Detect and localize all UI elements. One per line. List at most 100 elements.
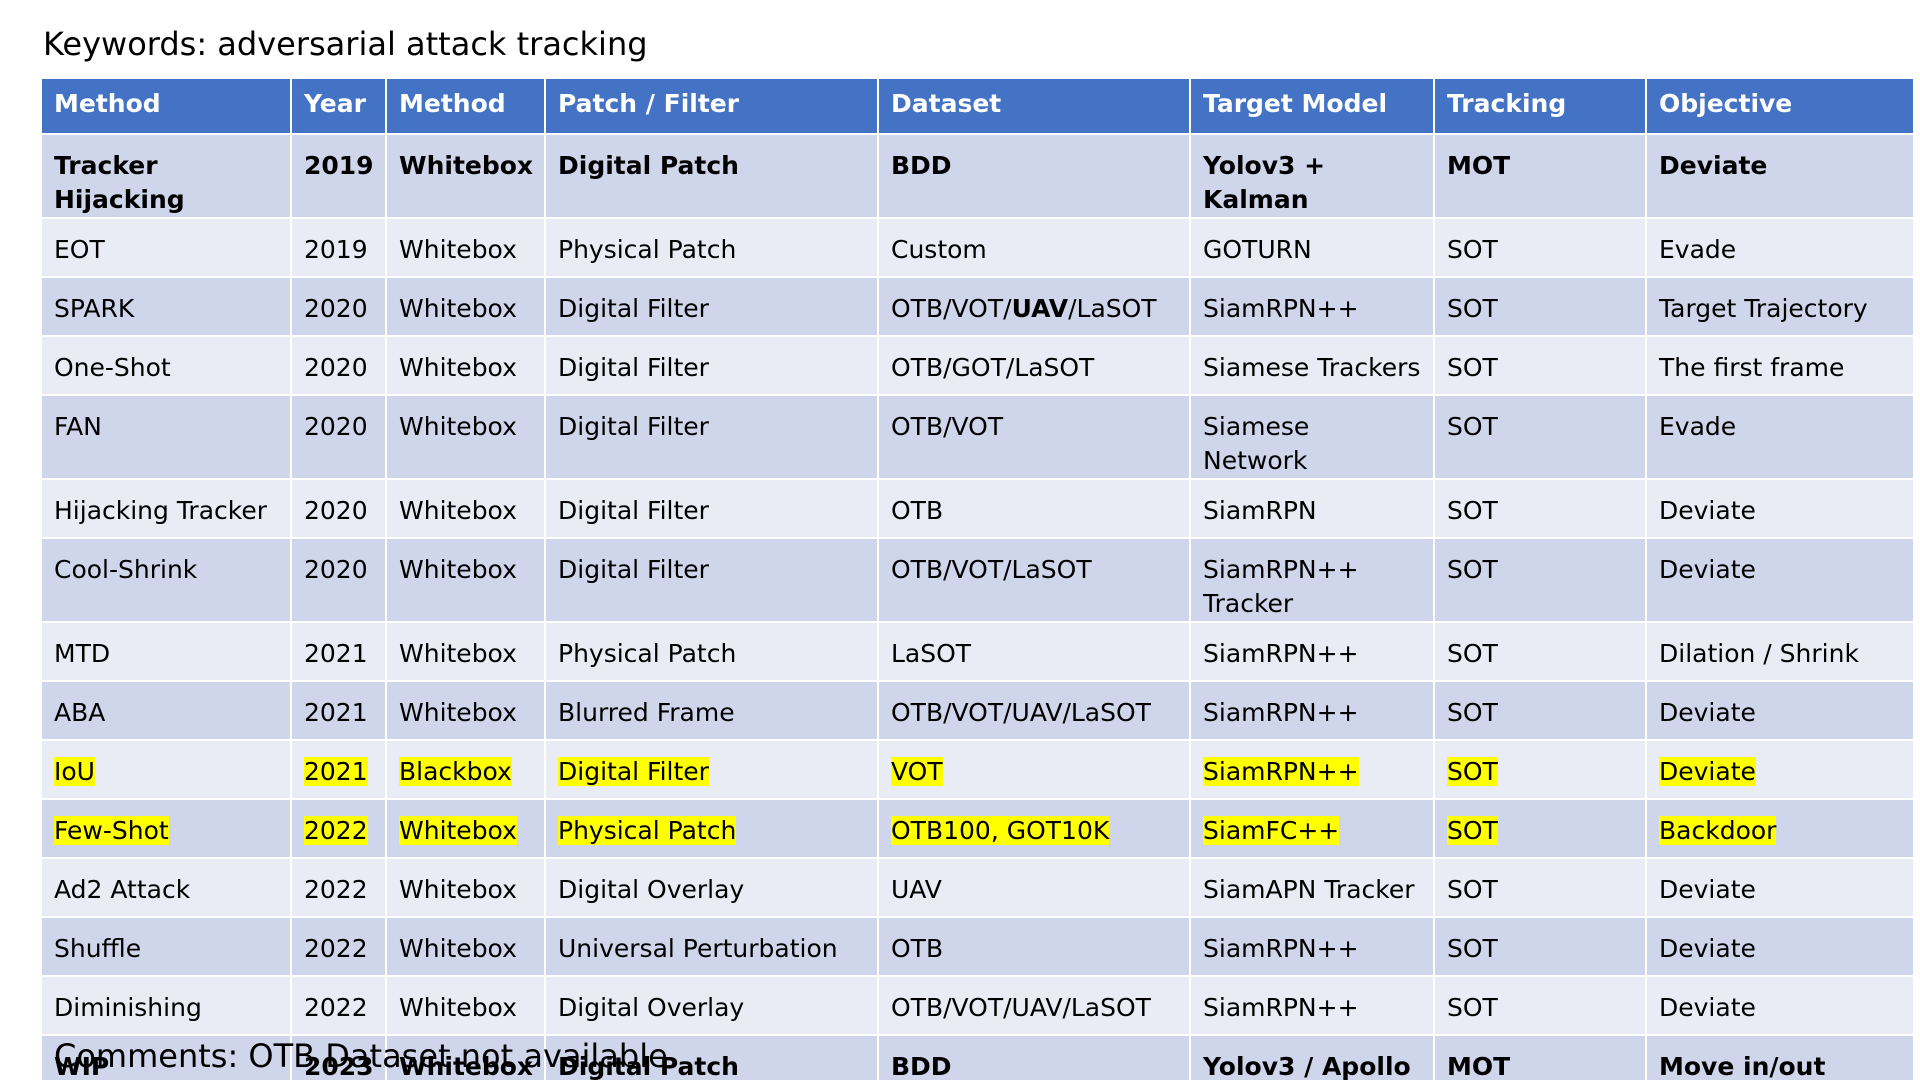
- table-row: SPARK 2020 Whitebox Digital Filter OTB/VOT/U…: [40, 276, 1915, 337]
- cell-year: 2022: [290, 857, 387, 918]
- cell-text: Digital Overlay: [558, 875, 745, 904]
- cell-access: Whitebox: [385, 857, 546, 918]
- table-row: Few-Shot 2022 Whitebox Physical Patch OTB100…: [40, 798, 1915, 859]
- cell-objective: Backdoor: [1645, 798, 1915, 859]
- cell-text: 2021: [304, 639, 368, 668]
- cell-text: Whitebox: [399, 875, 517, 904]
- cell-objective: Move in/out: [1645, 1034, 1915, 1080]
- cell-access: Whitebox: [385, 276, 546, 337]
- cell-text: 2022: [304, 816, 368, 845]
- cell-text: Deviate: [1659, 993, 1756, 1022]
- cell-text: MOT: [1447, 151, 1511, 180]
- cell-text: Evade: [1659, 412, 1737, 441]
- cell-dataset: OTB: [877, 916, 1191, 977]
- header-patch-filter: Patch / Filter: [544, 77, 879, 135]
- cell-dataset: BDD: [877, 133, 1191, 219]
- cell-access: Blackbox: [385, 739, 546, 800]
- cell-text: Shuffle: [54, 934, 142, 963]
- cell-access: Whitebox: [385, 478, 546, 539]
- cell-text: 2022: [304, 875, 368, 904]
- cell-text: Physical Patch: [558, 235, 737, 264]
- cell-text: Whitebox: [399, 353, 517, 382]
- cell-target-model: SiamFC++: [1189, 798, 1435, 859]
- cell-text: SiamRPN++: [1203, 993, 1359, 1022]
- cell-text: The first frame: [1659, 353, 1845, 382]
- cell-text: SPARK: [54, 294, 135, 323]
- header-objective: Objective: [1645, 77, 1915, 135]
- cell-objective: Deviate: [1645, 537, 1915, 623]
- cell-text: Digital Overlay: [558, 993, 745, 1022]
- cell-text: OTB100, GOT10K: [891, 816, 1110, 845]
- cell-dataset: VOT: [877, 739, 1191, 800]
- cell-objective: Evade: [1645, 394, 1915, 480]
- cell-dataset: OTB/VOT/UAV/LaSOT: [877, 680, 1191, 741]
- cell-target-model: SiamRPN++ Tracker: [1189, 537, 1435, 623]
- cell-tracking: SOT: [1433, 621, 1647, 682]
- cell-year: 2022: [290, 975, 387, 1036]
- cell-text: OTB/VOT/LaSOT: [891, 555, 1092, 584]
- cell-method: Few-Shot: [40, 798, 292, 859]
- cell-text: LaSOT: [891, 639, 972, 668]
- cell-target-model: Siamese Network: [1189, 394, 1435, 480]
- cell-access: Whitebox: [385, 621, 546, 682]
- header-tracking: Tracking: [1433, 77, 1647, 135]
- cell-year: 2021: [290, 621, 387, 682]
- cell-text: SOT: [1447, 353, 1498, 382]
- cell-text: SOT: [1447, 757, 1498, 786]
- cell-text: Digital Filter: [558, 496, 709, 525]
- cell-objective: Deviate: [1645, 680, 1915, 741]
- cell-text: Move in/out: [1659, 1052, 1826, 1080]
- cell-text: 2020: [304, 555, 368, 584]
- cell-objective: The first frame: [1645, 335, 1915, 396]
- cell-text: Whitebox: [399, 934, 517, 963]
- cell-dataset: LaSOT: [877, 621, 1191, 682]
- header-year: Year: [290, 77, 387, 135]
- cell-target-model: SiamRPN: [1189, 478, 1435, 539]
- cell-text: Ad2 Attack: [54, 875, 191, 904]
- cell-text: 2020: [304, 353, 368, 382]
- cell-text: Deviate: [1659, 496, 1756, 525]
- cell-text: Yolov3 / Apollo: [1203, 1052, 1411, 1080]
- cell-dataset: UAV: [877, 857, 1191, 918]
- cell-tracking: SOT: [1433, 857, 1647, 918]
- cell-dataset: OTB/VOT/LaSOT: [877, 537, 1191, 623]
- cell-text: SiamRPN++: [1203, 294, 1359, 323]
- cell-year: 2021: [290, 680, 387, 741]
- cell-target-model: SiamRPN++: [1189, 739, 1435, 800]
- cell-method: FAN: [40, 394, 292, 480]
- cell-text: OTB/VOT/UAV/LaSOT: [891, 698, 1151, 727]
- cell-patch-filter: Digital Filter: [544, 394, 879, 480]
- cell-tracking: MOT: [1433, 133, 1647, 219]
- cell-target-model: Yolov3 / Apollo: [1189, 1034, 1435, 1080]
- header-method: Method: [40, 77, 292, 135]
- cell-tracking: SOT: [1433, 975, 1647, 1036]
- header-row: Method Year Method Patch / Filter Datase…: [40, 77, 1915, 135]
- cell-text: Yolov3 + Kalman: [1203, 151, 1326, 214]
- cell-text: Universal Perturbation: [558, 934, 838, 963]
- cell-objective: Deviate: [1645, 857, 1915, 918]
- dataset-part: OTB/VOT/: [891, 294, 1012, 323]
- cell-method: Hijacking Tracker: [40, 478, 292, 539]
- cell-objective: Deviate: [1645, 478, 1915, 539]
- cell-objective: Evade: [1645, 217, 1915, 278]
- cell-text: SiamRPN++: [1203, 698, 1359, 727]
- cell-dataset: BDD: [877, 1034, 1191, 1080]
- header-method-access: Method: [385, 77, 546, 135]
- header-dataset: Dataset: [877, 77, 1191, 135]
- cell-text: 2022: [304, 993, 368, 1022]
- comments-text: Comments: OTB Dataset not available: [54, 1037, 668, 1075]
- table-row: MTD 2021 Whitebox Physical Patch LaSOT SiamRP…: [40, 621, 1915, 682]
- cell-text: Digital Patch: [558, 151, 739, 180]
- cell-method: Cool-Shrink: [40, 537, 292, 623]
- cell-text: SOT: [1447, 934, 1498, 963]
- cell-text: SOT: [1447, 816, 1498, 845]
- table-row: Hijacking Tracker 2020 Whitebox Digital Fil…: [40, 478, 1915, 539]
- cell-text: SOT: [1447, 639, 1498, 668]
- cell-text: Digital Filter: [558, 353, 709, 382]
- cell-text: Whitebox: [399, 496, 517, 525]
- cell-text: Physical Patch: [558, 639, 737, 668]
- cell-text: OTB/VOT: [891, 412, 1004, 441]
- cell-text: Digital Filter: [558, 757, 709, 786]
- cell-year: 2020: [290, 394, 387, 480]
- cell-text: Digital Filter: [558, 555, 709, 584]
